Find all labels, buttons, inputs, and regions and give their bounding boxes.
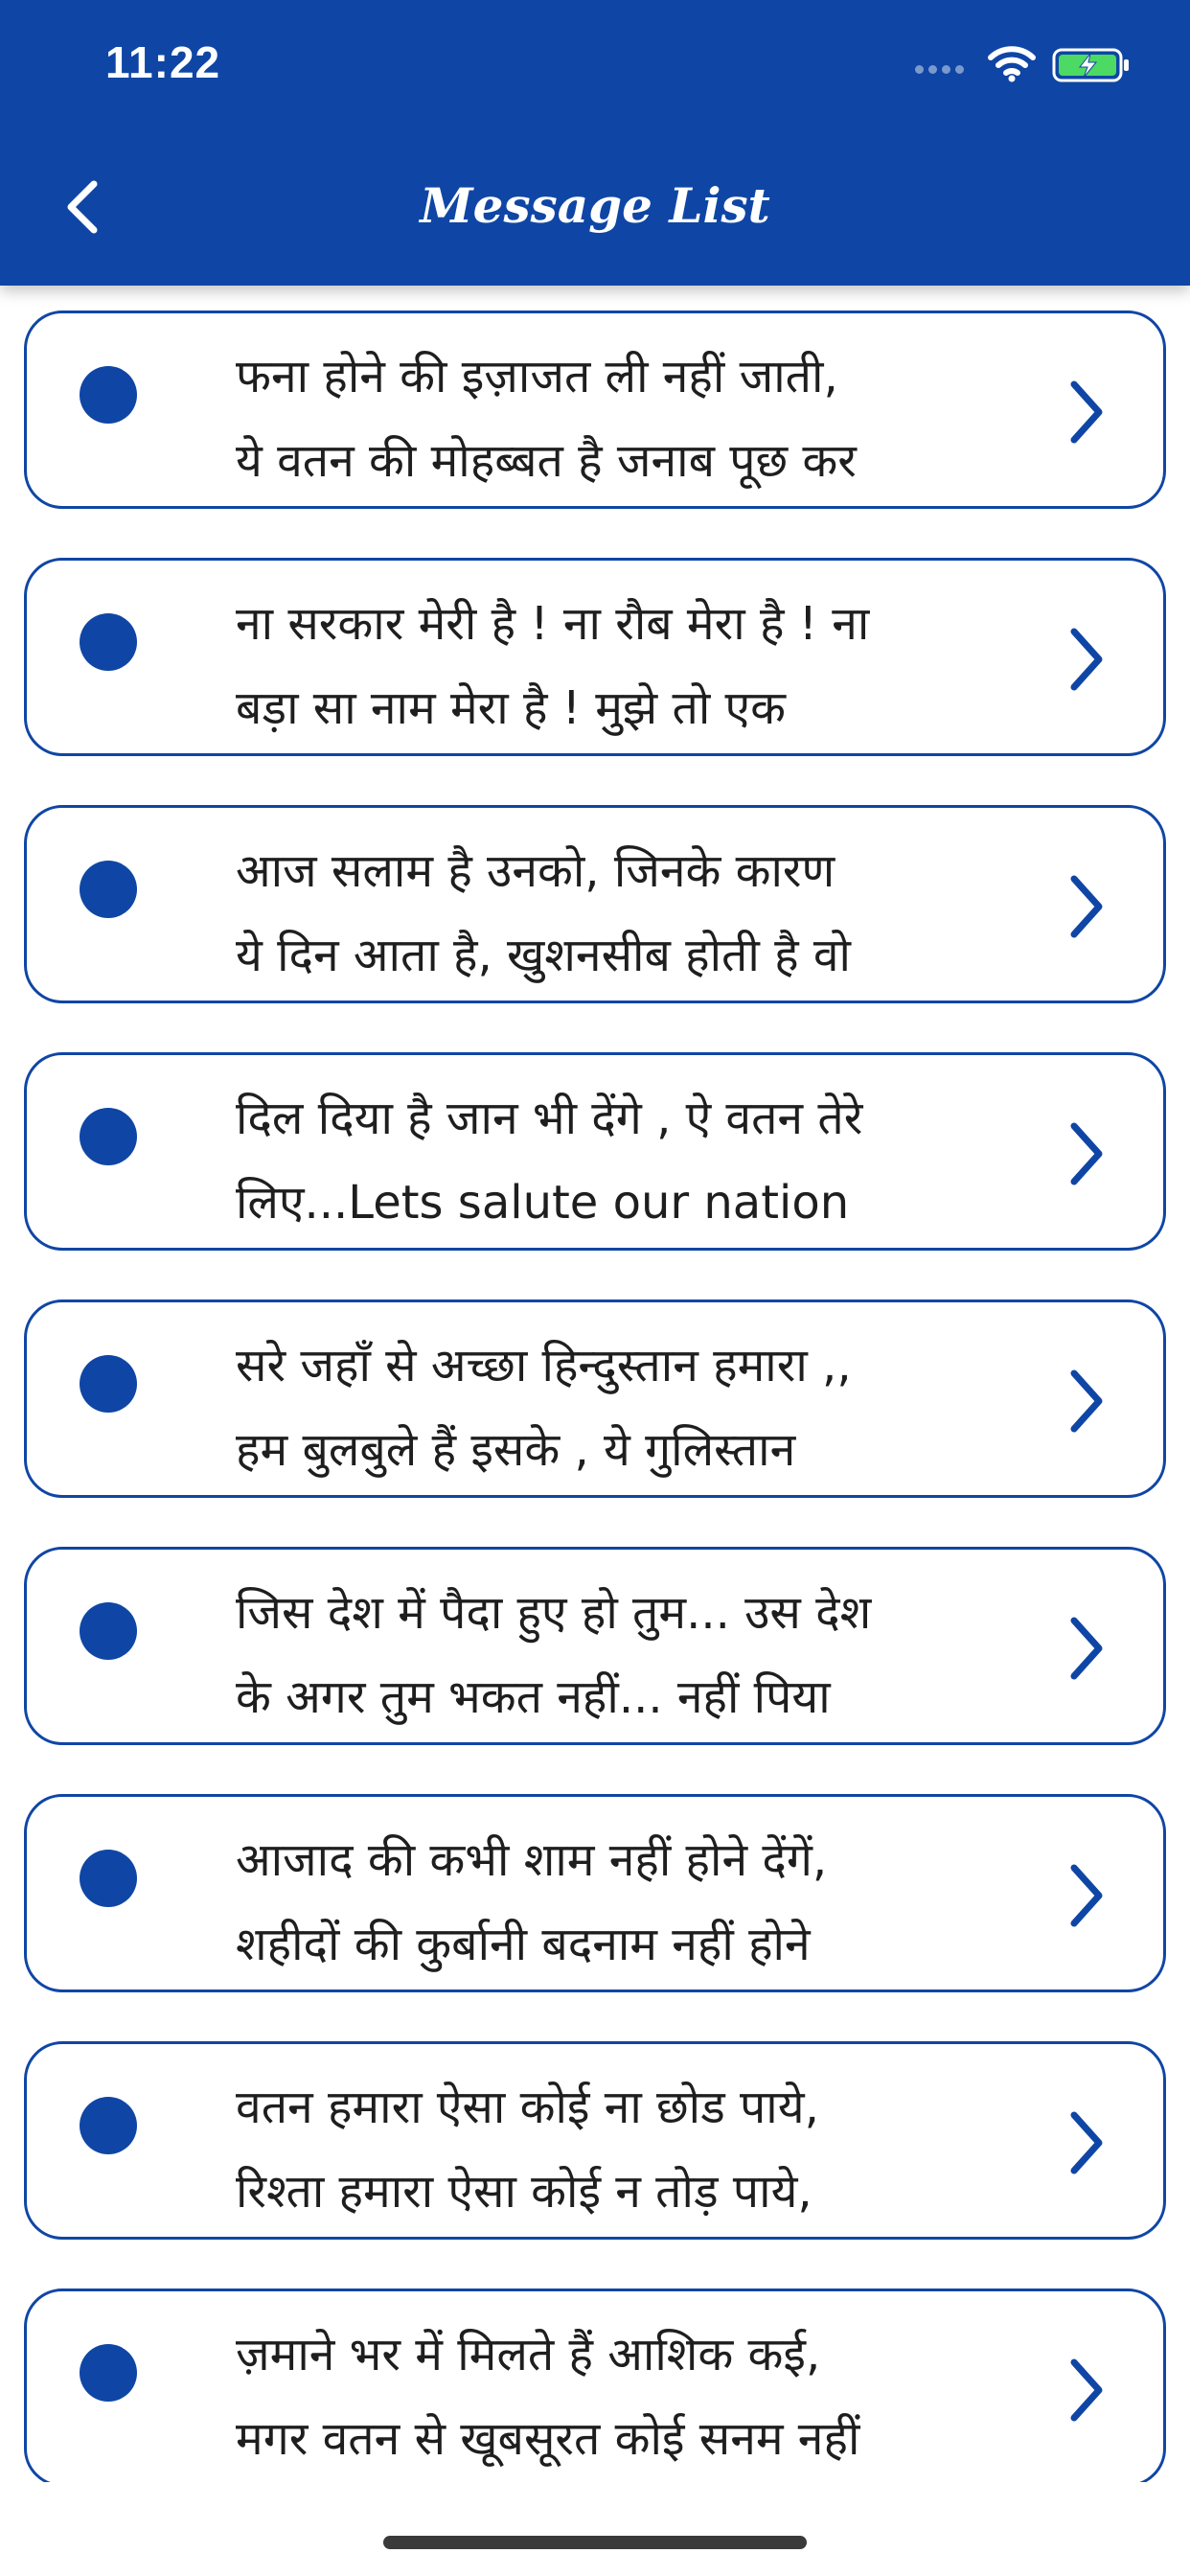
message-card[interactable]: आजाद की कभी शाम नहीं होने देंगें, शहीदों… xyxy=(24,1794,1166,1992)
bullet-icon xyxy=(80,2344,137,2402)
message-card[interactable]: जिस देश में पैदा हुए हो तुम... उस देश के… xyxy=(24,1547,1166,1745)
bullet-icon xyxy=(80,2097,137,2154)
message-text: फना होने की इज़ाजत ली नहीं जाती, ये वतन … xyxy=(236,350,857,488)
page-title: Message List xyxy=(420,177,770,234)
battery-charging-icon xyxy=(1052,48,1129,82)
chevron-right-icon xyxy=(1070,2358,1103,2422)
chevron-right-icon xyxy=(1070,1122,1103,1185)
bullet-icon xyxy=(80,1355,137,1413)
message-card[interactable]: दिल दिया है जान भी देंगे , ऐ वतन तेरे लि… xyxy=(24,1052,1166,1251)
message-text: आजाद की कभी शाम नहीं होने देंगें, शहीदों… xyxy=(236,1833,828,1971)
message-card[interactable]: फना होने की इज़ाजत ली नहीं जाती, ये वतन … xyxy=(24,310,1166,509)
bullet-icon xyxy=(80,1850,137,1907)
message-card[interactable]: ज़माने भर में मिलते हैं आशिक कई, मगर वतन… xyxy=(24,2288,1166,2482)
bullet-icon xyxy=(80,366,137,424)
message-list[interactable]: फना होने की इज़ाजत ली नहीं जाती, ये वतन … xyxy=(0,286,1190,2482)
chevron-right-icon xyxy=(1070,2111,1103,2174)
message-card[interactable]: सरे जहाँ से अच्छा हिन्दुस्तान हमारा ,, ह… xyxy=(24,1300,1166,1498)
chevron-right-icon xyxy=(1070,628,1103,691)
message-text: ज़माने भर में मिलते हैं आशिक कई, मगर वतन… xyxy=(236,2328,860,2466)
message-card[interactable]: आज सलाम है उनको, जिनके कारण ये दिन आता ह… xyxy=(24,805,1166,1003)
message-text: ना सरकार मेरी है ! ना रौब मेरा है ! ना ब… xyxy=(236,597,870,735)
chevron-right-icon xyxy=(1070,1617,1103,1680)
chevron-right-icon xyxy=(1070,875,1103,938)
bullet-icon xyxy=(80,613,137,671)
message-text: आज सलाम है उनको, जिनके कारण ये दिन आता ह… xyxy=(236,844,851,982)
status-time: 11:22 xyxy=(105,37,221,87)
chevron-right-icon xyxy=(1070,1369,1103,1433)
app-header: 11:22 Message List xyxy=(0,0,1190,286)
home-indicator[interactable] xyxy=(383,2536,807,2549)
cellular-signal-icon xyxy=(915,65,964,74)
message-text: दिल दिया है जान भी देंगे , ऐ वतन तेरे लि… xyxy=(236,1092,863,1230)
wifi-icon xyxy=(988,46,1036,82)
message-text: जिस देश में पैदा हुए हो तुम... उस देश के… xyxy=(236,1586,872,1724)
chevron-right-icon xyxy=(1070,1864,1103,1927)
message-text: वतन हमारा ऐसा कोई ना छोड पाये, रिश्ता हम… xyxy=(236,2081,819,2219)
message-card[interactable]: वतन हमारा ऐसा कोई ना छोड पाये, रिश्ता हम… xyxy=(24,2041,1166,2240)
message-card[interactable]: ना सरकार मेरी है ! ना रौब मेरा है ! ना ब… xyxy=(24,558,1166,756)
chevron-right-icon xyxy=(1070,380,1103,444)
message-text: सरे जहाँ से अच्छा हिन्दुस्तान हमारा ,, ह… xyxy=(236,1339,852,1477)
bullet-icon xyxy=(80,1602,137,1660)
bullet-icon xyxy=(80,861,137,918)
bullet-icon xyxy=(80,1108,137,1165)
